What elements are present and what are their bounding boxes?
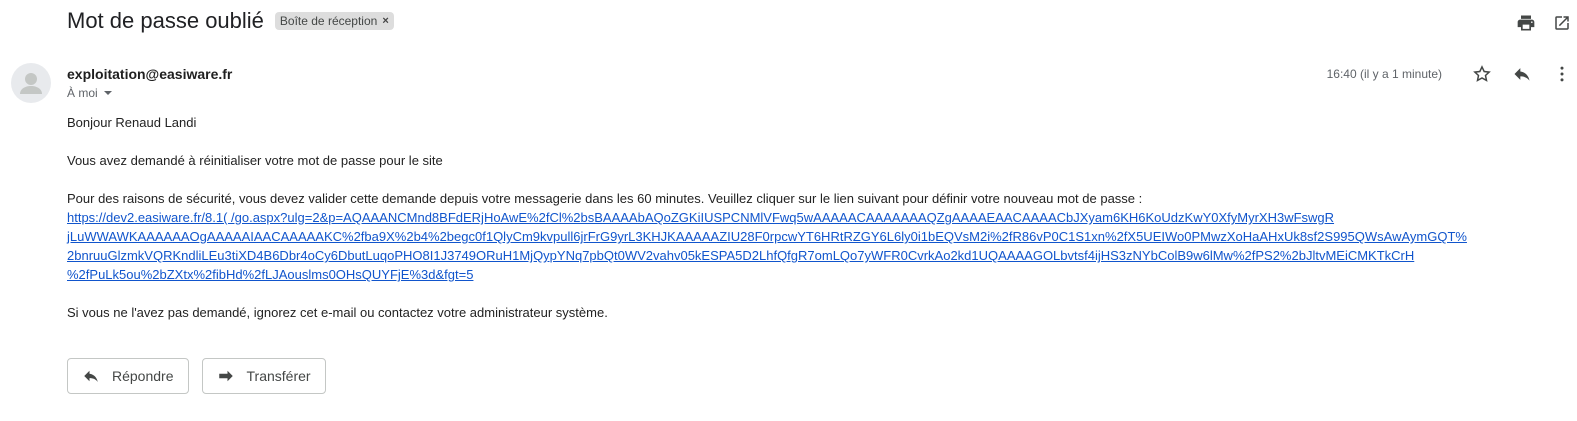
body-paragraph-2: Pour des raisons de sécurité, vous devez… [67,191,1143,206]
message-body: Bonjour Renaud Landi Vous avez demandé à… [67,113,1487,322]
message-timestamp: 16:40 (il y a 1 minute) [1326,67,1442,81]
inbox-label-chip[interactable]: Boîte de réception × [274,12,394,30]
link-line: https://dev2.easiware.fr/8.1( /go.aspx?u… [67,210,1335,225]
more-vertical-icon[interactable] [1551,63,1573,85]
reply-button[interactable]: Répondre [67,358,189,394]
thread-toolbar [1515,12,1573,34]
open-in-new-window-icon[interactable] [1551,12,1573,34]
message-actions [1471,63,1573,85]
reply-icon[interactable] [1511,63,1533,85]
reply-label: Répondre [112,368,174,384]
sender-address[interactable]: exploitation@easiware.fr [67,66,232,82]
body-paragraph-3: Si vous ne l'avez pas demandé, ignorez c… [67,305,608,320]
reply-actions: Répondre Transférer [67,358,326,394]
recipient-label: À moi [67,86,98,100]
label-text: Boîte de réception [279,14,378,28]
remove-label-icon[interactable]: × [382,15,388,27]
chevron-down-icon [103,91,112,95]
sender-avatar[interactable] [11,63,51,103]
reset-password-link[interactable]: https://dev2.easiware.fr/8.1( /go.aspx?u… [67,208,1487,284]
recipient-details-toggle[interactable]: À moi [67,86,112,100]
forward-label: Transférer [246,368,311,384]
link-line: %2fPuLk5ou%2bZXtx%2fibHd%2fLJAouslms0OHs… [67,267,474,282]
link-line: 2bnruuGlzmkVQRKndliLEu3tiXD4B6Dbr4oCy6Db… [67,248,1415,263]
body-paragraph-1: Vous avez demandé à réinitialiser votre … [67,153,443,168]
reply-icon [84,370,98,382]
email-subject: Mot de passe oublié [67,8,264,33]
print-icon[interactable] [1515,12,1537,34]
forward-button[interactable]: Transférer [201,358,326,394]
greeting-text: Bonjour Renaud Landi [67,115,197,130]
link-line: jLuWWAWKAAAAAAOgAAAAAIAACAAAAAKC%2fba9X%… [67,229,1467,244]
person-icon [20,73,42,94]
star-icon[interactable] [1471,63,1493,85]
subject-row: Mot de passe oublié Boîte de réception × [67,8,394,34]
forward-icon [218,370,233,382]
